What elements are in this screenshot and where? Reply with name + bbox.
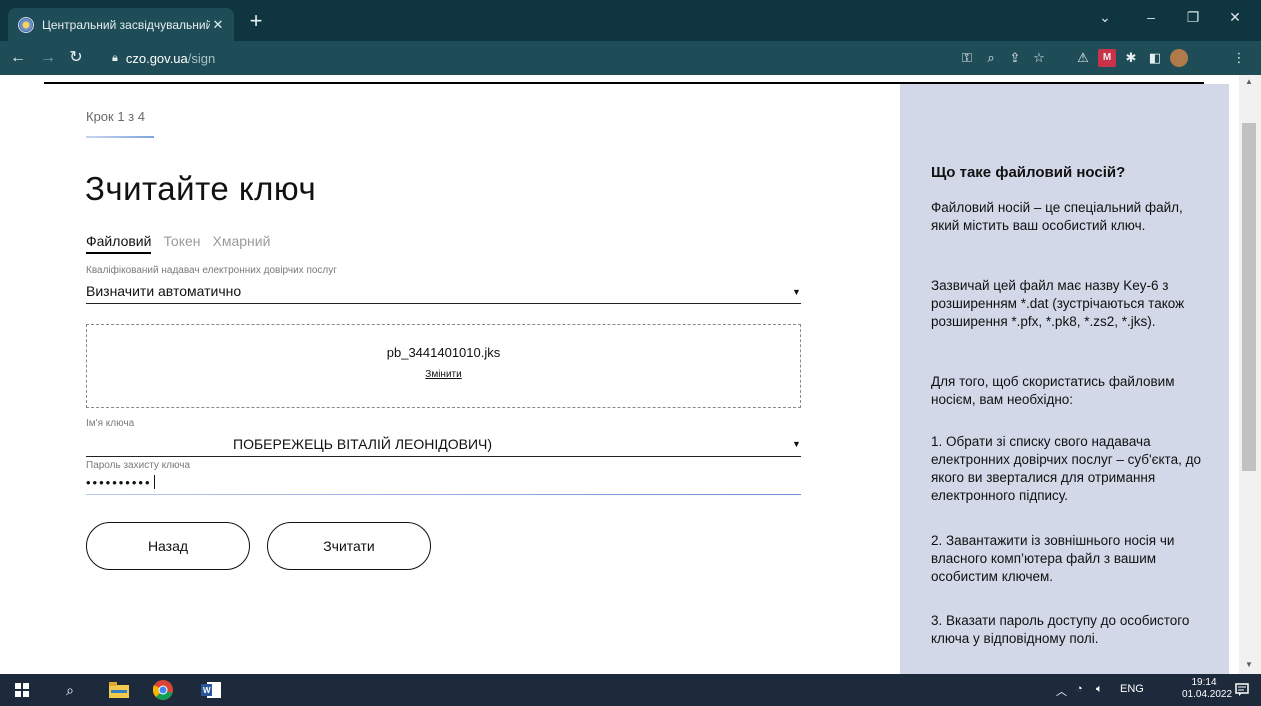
sidebar-title: Що таке файловий носій? xyxy=(931,164,1126,181)
url-host: czo.gov.ua xyxy=(125,50,188,66)
text-cursor xyxy=(153,475,155,489)
key-type-tabs: Файловий Токен Хмарний xyxy=(86,233,270,254)
search-icon[interactable]: ⌕ xyxy=(58,678,82,702)
url-field[interactable]: 🔒︎ czo.gov.ua/sign xyxy=(112,48,215,68)
file-name: pb_3441401010.jks xyxy=(386,345,501,360)
tab-cloud[interactable]: Хмарний xyxy=(213,233,271,254)
back-arrow-icon[interactable]: ← xyxy=(6,46,30,70)
extensions-puzzle-icon[interactable]: ✱ xyxy=(1122,49,1140,67)
notifications-icon[interactable] xyxy=(1230,678,1254,702)
password-value: •••••••••• xyxy=(86,475,152,490)
key-name-select[interactable]: ПОБЕРЕЖЕЦЬ ВІТАЛІЙ ЛЕОНІДОВИЧ) xyxy=(233,436,492,452)
new-tab-icon[interactable]: + xyxy=(244,9,268,33)
side-panel-icon[interactable]: ◧ xyxy=(1146,49,1164,67)
word-icon[interactable]: W xyxy=(199,678,223,702)
sidebar-paragraph-2: Зазвичай цей файл має назву Key-6 з розш… xyxy=(931,278,1185,329)
network-icon[interactable]: ◔ xyxy=(1076,683,1083,695)
file-explorer-icon[interactable] xyxy=(107,678,131,702)
restore-icon[interactable]: ❐ xyxy=(1178,6,1208,28)
provider-label: Кваліфікований надавач електронних довір… xyxy=(86,265,337,276)
clock-time: 19:14 xyxy=(1191,677,1217,688)
lock-icon: 🔒︎ xyxy=(112,51,118,64)
os-taskbar: ⌕ W ︿ ◔ 🔈︎ ENG 19:14 01.04.2022 xyxy=(0,674,1261,706)
reload-icon[interactable]: ↻ xyxy=(64,46,88,70)
step-indicator: Крок 1 з 4 xyxy=(86,109,145,124)
chrome-icon[interactable] xyxy=(151,678,175,702)
password-input[interactable]: •••••••••• xyxy=(86,475,155,490)
password-label: Пароль захисту ключа xyxy=(86,460,191,471)
chevron-down-icon[interactable]: ▼ xyxy=(792,439,801,449)
scroll-down-arrow-icon[interactable]: ▼ xyxy=(1244,660,1254,669)
bookmark-star-icon[interactable]: ☆ xyxy=(1030,49,1048,67)
password-underline xyxy=(86,494,801,495)
windows-start-icon[interactable] xyxy=(10,678,34,702)
file-dropzone[interactable]: pb_3441401010.jks Змінити xyxy=(86,324,801,408)
sidebar-paragraph-6: 3. Вказати пароль доступу до особистого … xyxy=(931,613,1190,646)
address-bar: ← → ↻ 🔒︎ czo.gov.ua/sign ⚿ ⌕ ⇪ ☆ ⚠ M ✱ ◧… xyxy=(0,41,1261,75)
change-file-link[interactable]: Змінити xyxy=(87,369,800,380)
key-name-underline xyxy=(86,456,801,457)
scrollbar-thumb[interactable] xyxy=(1242,123,1256,471)
share-icon[interactable]: ⇪ xyxy=(1006,49,1024,67)
sidebar-paragraph-4: 1. Обрати зі списку свого надавача елект… xyxy=(931,434,1201,503)
menu-kebab-icon[interactable]: ⋮ xyxy=(1230,49,1248,67)
tab-title: Центральний засвідчувальний xyxy=(42,17,210,32)
chevron-down-icon[interactable]: ▼ xyxy=(792,287,801,297)
close-tab-icon[interactable]: ✕ xyxy=(210,17,226,33)
close-window-icon[interactable]: ✕ xyxy=(1220,6,1250,28)
provider-underline xyxy=(86,303,801,304)
tab-file[interactable]: Файловий xyxy=(86,233,152,254)
scroll-up-arrow-icon[interactable]: ▲ xyxy=(1244,77,1254,86)
profile-avatar-icon[interactable] xyxy=(1170,49,1188,67)
page-content: Крок 1 з 4 Зчитайте ключ Файловий Токен … xyxy=(0,75,1261,674)
tab-token[interactable]: Токен xyxy=(163,233,200,254)
tab-search-icon[interactable]: ⌄ xyxy=(1090,6,1120,28)
key-icon[interactable]: ⚿ xyxy=(958,49,976,67)
extension-bell-icon[interactable]: ⚠ xyxy=(1074,49,1092,67)
forward-arrow-icon[interactable]: → xyxy=(36,46,60,70)
tray-chevron-icon[interactable]: ︿ xyxy=(1056,683,1067,699)
clock-date: 01.04.2022 xyxy=(1182,689,1233,700)
svg-text:W: W xyxy=(203,686,211,695)
site-favicon-icon xyxy=(18,16,34,33)
zoom-icon[interactable]: ⌕ xyxy=(982,49,1000,67)
extension-m-icon[interactable]: M xyxy=(1098,49,1116,67)
sidebar-paragraph-3: Для того, щоб скористатись файловим носі… xyxy=(931,374,1175,407)
clock[interactable]: 19:14 01.04.2022 xyxy=(1182,677,1233,701)
browser-tab-bar: Центральний засвідчувальний ✕ + ⌄ – ❐ ✕ xyxy=(0,0,1261,41)
page-title: Зчитайте ключ xyxy=(85,170,317,207)
sidebar-paragraph-1: Файловий носій – це спеціальний файл, як… xyxy=(931,200,1183,233)
back-button[interactable]: Назад xyxy=(86,522,250,570)
sidebar-paragraph-5: 2. Завантажити із зовнішнього носія чи в… xyxy=(931,533,1175,584)
step-progress-line xyxy=(86,136,154,138)
volume-icon[interactable]: 🔈︎ xyxy=(1096,683,1103,696)
key-name-label: Ім'я ключа xyxy=(86,418,135,429)
url-path: /sign xyxy=(187,50,216,66)
language-indicator[interactable]: ENG xyxy=(1120,683,1144,695)
provider-select[interactable]: Визначити автоматично xyxy=(86,283,241,299)
minimize-icon[interactable]: – xyxy=(1136,6,1166,28)
browser-tab[interactable]: Центральний засвідчувальний ✕ xyxy=(8,8,234,41)
read-key-button[interactable]: Зчитати xyxy=(267,522,431,570)
